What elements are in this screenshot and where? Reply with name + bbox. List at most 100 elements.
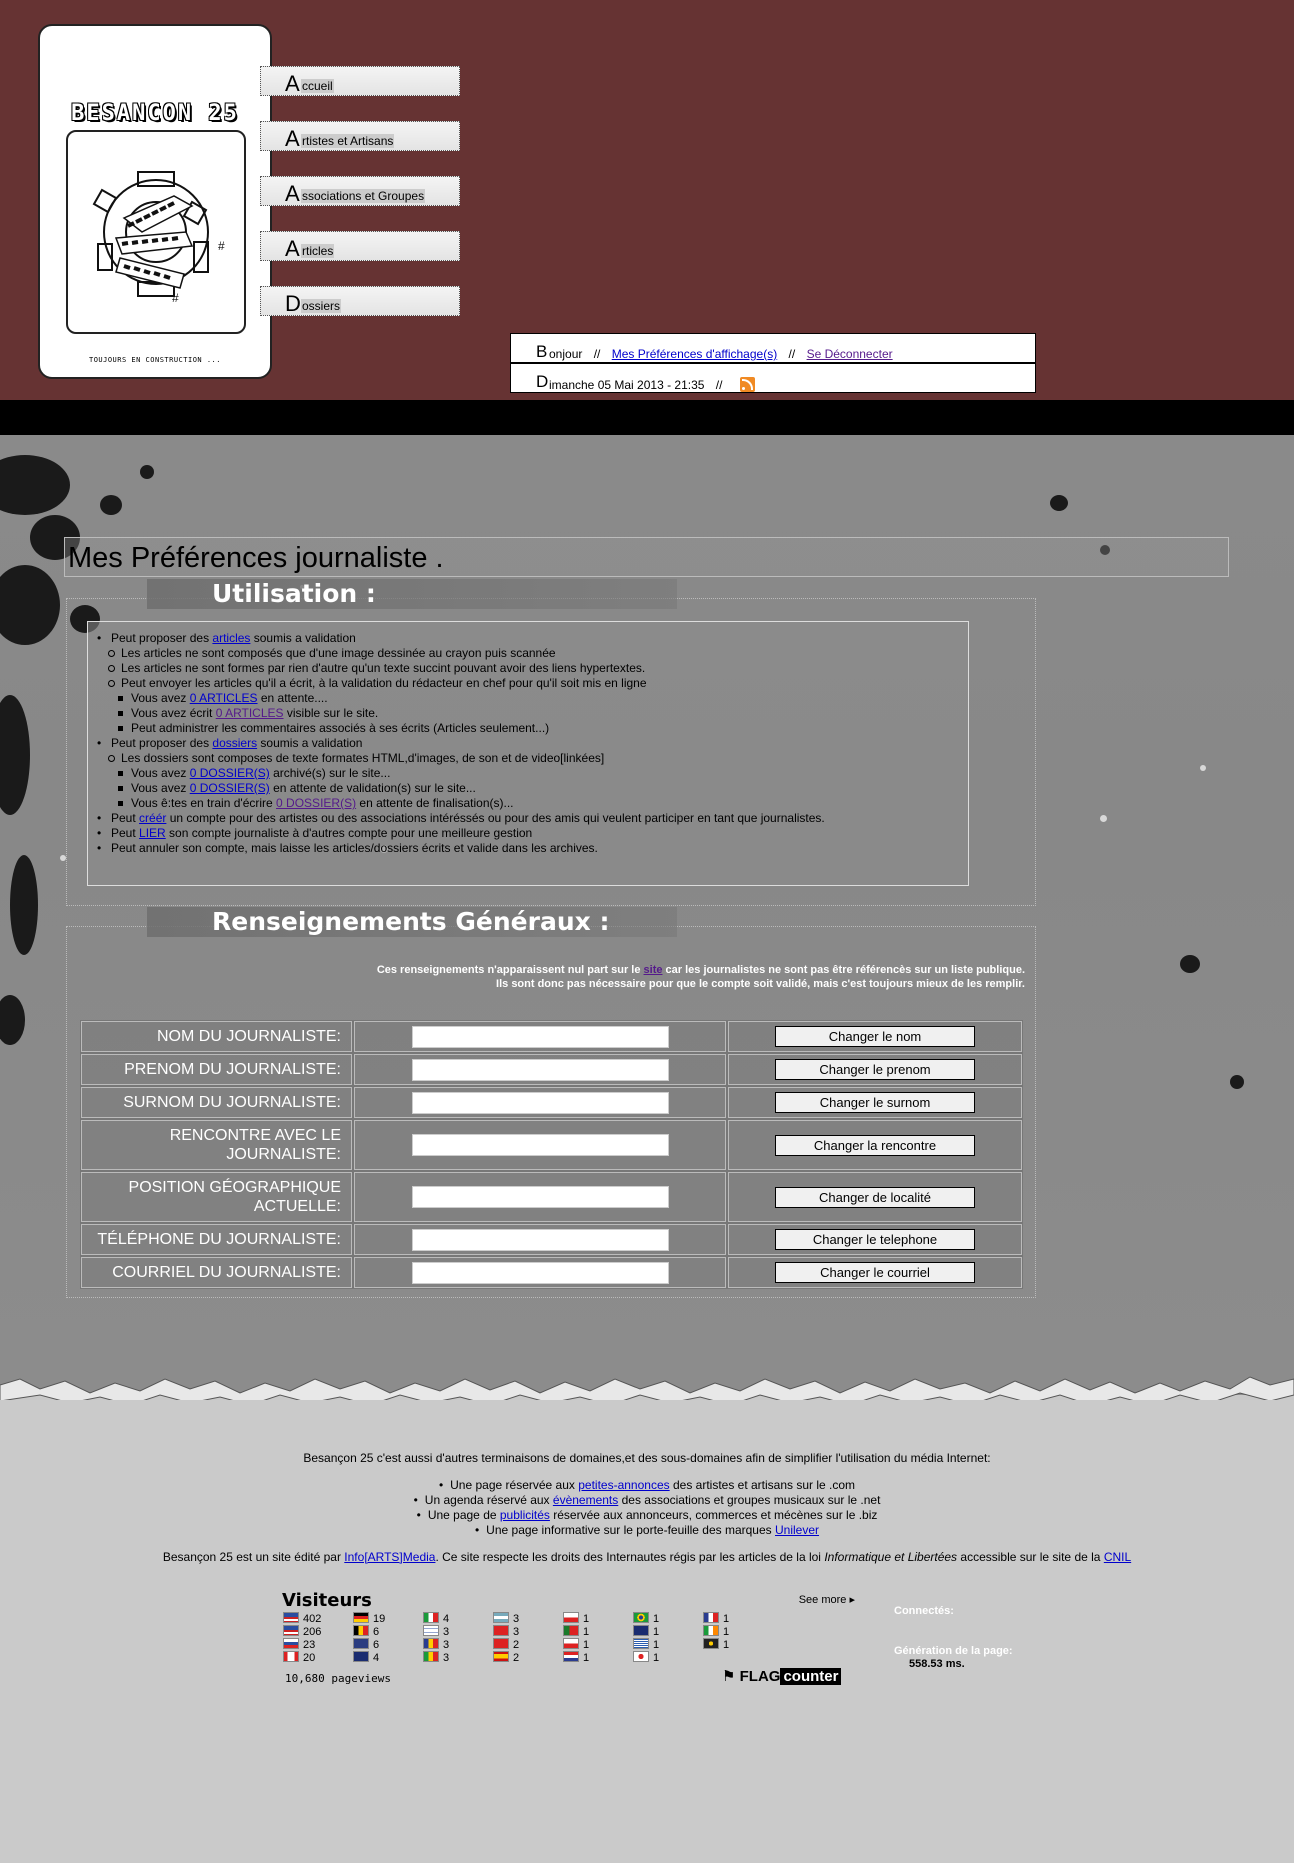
see-more-link[interactable]: See more ▸ (799, 1593, 855, 1606)
nav-accueil[interactable]: A ccueil (260, 66, 460, 96)
nav-dossiers[interactable]: D ossiers (260, 286, 460, 316)
greeting-text: onjour (549, 347, 583, 361)
change-email-button[interactable]: Changer le courriel (775, 1262, 975, 1283)
dossiers-link[interactable]: dossiers (212, 736, 257, 750)
visitors-title: Visiteurs (282, 1590, 372, 1611)
pending-dossiers-link[interactable]: 0 DOSSIER(S) (190, 781, 270, 795)
site-logo[interactable]: BESANCON 25 # # TOUJOURS EN CONSTRUCTION… (38, 24, 272, 379)
pending-articles-link[interactable]: 0 ARTICLES (190, 691, 258, 705)
visible-articles-link[interactable]: 0 ARTICLES (216, 706, 284, 720)
list-item: Une page de publicités réservée aux anno… (0, 1508, 1294, 1523)
change-phone-button[interactable]: Changer le telephone (775, 1229, 975, 1250)
form-row: POSITION GÉOGRAPHIQUE ACTUELLE: Changer … (80, 1171, 1023, 1223)
flag-icon-il (423, 1625, 439, 1636)
nav-label: ccueil (301, 79, 334, 93)
articles-link[interactable]: articles (212, 631, 250, 645)
flag-logo-icon: ⚑ (722, 1668, 736, 1685)
flag-count: 19 (353, 1612, 385, 1626)
separator: // (715, 378, 723, 392)
change-meeting-button[interactable]: Changer la rencontre (775, 1134, 975, 1156)
flag-counter-widget[interactable]: Visiteurs See more ▸ 402 206 23 20 19 6 … (280, 1590, 855, 1700)
list-item: Les articles ne sont formes par rien d'a… (88, 661, 968, 676)
link-account-link[interactable]: LIER (139, 826, 166, 840)
location-input[interactable] (411, 1186, 669, 1208)
flag-count: 402 (283, 1612, 321, 1626)
flag-icon-us (283, 1612, 299, 1623)
flag-icon-ca (283, 1651, 299, 1662)
rss-icon[interactable] (739, 377, 755, 392)
usage-section: Utilisation : Peut proposer des articles… (66, 579, 1036, 906)
nav-articles[interactable]: A rticles (260, 231, 460, 261)
flag-icon-ar (493, 1612, 509, 1623)
svg-text:#: # (218, 239, 225, 253)
field-cell (353, 1171, 727, 1223)
flag-count: 6 (353, 1638, 379, 1652)
list-item: Un agenda réservé aux évènements des ass… (0, 1493, 1294, 1508)
logout-link[interactable]: Se Déconnecter (807, 347, 893, 361)
ink-splatter (0, 995, 25, 1045)
nickname-input[interactable] (411, 1091, 669, 1114)
form-row: PRENOM DU JOURNALISTE: Changer le prenom (80, 1053, 1023, 1086)
events-link[interactable]: évènements (553, 1493, 618, 1507)
flag-count: 1 (563, 1651, 589, 1665)
last-name-input[interactable] (411, 1025, 669, 1048)
flagcounter-logo[interactable]: ⚑ FLAG counter (722, 1667, 842, 1687)
phone-input[interactable] (411, 1228, 669, 1251)
ink-splatter (0, 695, 30, 815)
user-bar: B onjour // Mes Préférences d'affichage(… (510, 333, 1036, 363)
logo-title: BESANCON 25 (71, 101, 239, 126)
change-location-button[interactable]: Changer de localité (775, 1186, 975, 1208)
svg-text:#: # (172, 291, 179, 305)
ink-splatter (140, 465, 154, 479)
change-nickname-button[interactable]: Changer le surnom (775, 1092, 975, 1113)
date-bar: D imanche 05 Mai 2013 - 21:35 // (510, 363, 1036, 393)
button-cell: Changer le surnom (727, 1086, 1023, 1119)
field-label: PRENOM DU JOURNALISTE: (80, 1053, 353, 1086)
classifieds-link[interactable]: petites-annonces (578, 1478, 669, 1492)
create-account-link[interactable]: créér (139, 811, 166, 825)
first-name-input[interactable] (411, 1058, 669, 1081)
display-preferences-link[interactable]: Mes Préférences d'affichage(s) (612, 347, 777, 361)
page-title: Mes Préférences journaliste . (64, 537, 1229, 577)
flag-count: 1 (703, 1638, 729, 1652)
footer: Besançon 25 c'est aussi d'autres termina… (0, 1400, 1294, 1863)
logo-flag-text: FLAG (739, 1668, 781, 1685)
field-label: COURRIEL DU JOURNALISTE: (80, 1256, 353, 1289)
date-text: imanche 05 Mai 2013 - 21:35 (549, 378, 705, 392)
change-first-name-button[interactable]: Changer le prenom (775, 1059, 975, 1080)
unilever-link[interactable]: Unilever (775, 1523, 819, 1537)
nav-associations-groupes[interactable]: A ssociations et Groupes (260, 176, 460, 206)
publisher-link[interactable]: Info[ARTS]Media (344, 1550, 435, 1564)
flag-count: 1 (563, 1638, 589, 1652)
nav-label: rticles (301, 244, 335, 258)
draft-dossiers-link[interactable]: 0 DOSSIER(S) (276, 796, 356, 810)
field-label: NOM DU JOURNALISTE: (80, 1020, 353, 1053)
flag-count: 3 (423, 1638, 449, 1652)
flag-icon-other (703, 1638, 719, 1649)
generation-value: 558.53 ms. (909, 1658, 965, 1670)
general-info-note: Ces renseignements n'apparaissent nul pa… (376, 964, 1025, 990)
change-last-name-button[interactable]: Changer le nom (775, 1026, 975, 1047)
list-item: Peut créér un compte pour des artistes o… (88, 811, 968, 826)
button-cell: Changer le prenom (727, 1053, 1023, 1086)
cnil-link[interactable]: CNIL (1104, 1550, 1131, 1564)
list-item: Peut administrer les commentaires associ… (88, 721, 968, 736)
list-item: Vous ê:tes en train d'écrire 0 DOSSIER(S… (88, 796, 968, 811)
email-input[interactable] (411, 1261, 669, 1284)
form-row: RENCONTRE AVEC LE JOURNALISTE: Changer l… (80, 1119, 1023, 1171)
button-cell: Changer de localité (727, 1171, 1023, 1223)
logo-caption: TOUJOURS EN CONSTRUCTION ... (88, 356, 221, 364)
field-label: TÉLÉPHONE DU JOURNALISTE: (80, 1223, 353, 1256)
nav-initial: A (285, 71, 300, 96)
flag-count: 3 (493, 1612, 519, 1626)
pageviews-count: 10,680 pageviews (285, 1672, 391, 1685)
site-link[interactable]: site (644, 964, 663, 976)
list-item: Une page réservée aux petites-annonces d… (0, 1478, 1294, 1493)
archived-dossiers-link[interactable]: 0 DOSSIER(S) (190, 766, 270, 780)
button-cell: Changer le courriel (727, 1256, 1023, 1289)
nav-artistes-artisans[interactable]: A rtistes et Artisans (260, 121, 460, 151)
meeting-input[interactable] (411, 1134, 669, 1156)
ads-link[interactable]: publicités (500, 1508, 550, 1522)
date-initial: D (536, 372, 549, 391)
flag-icon-nz (633, 1625, 649, 1636)
